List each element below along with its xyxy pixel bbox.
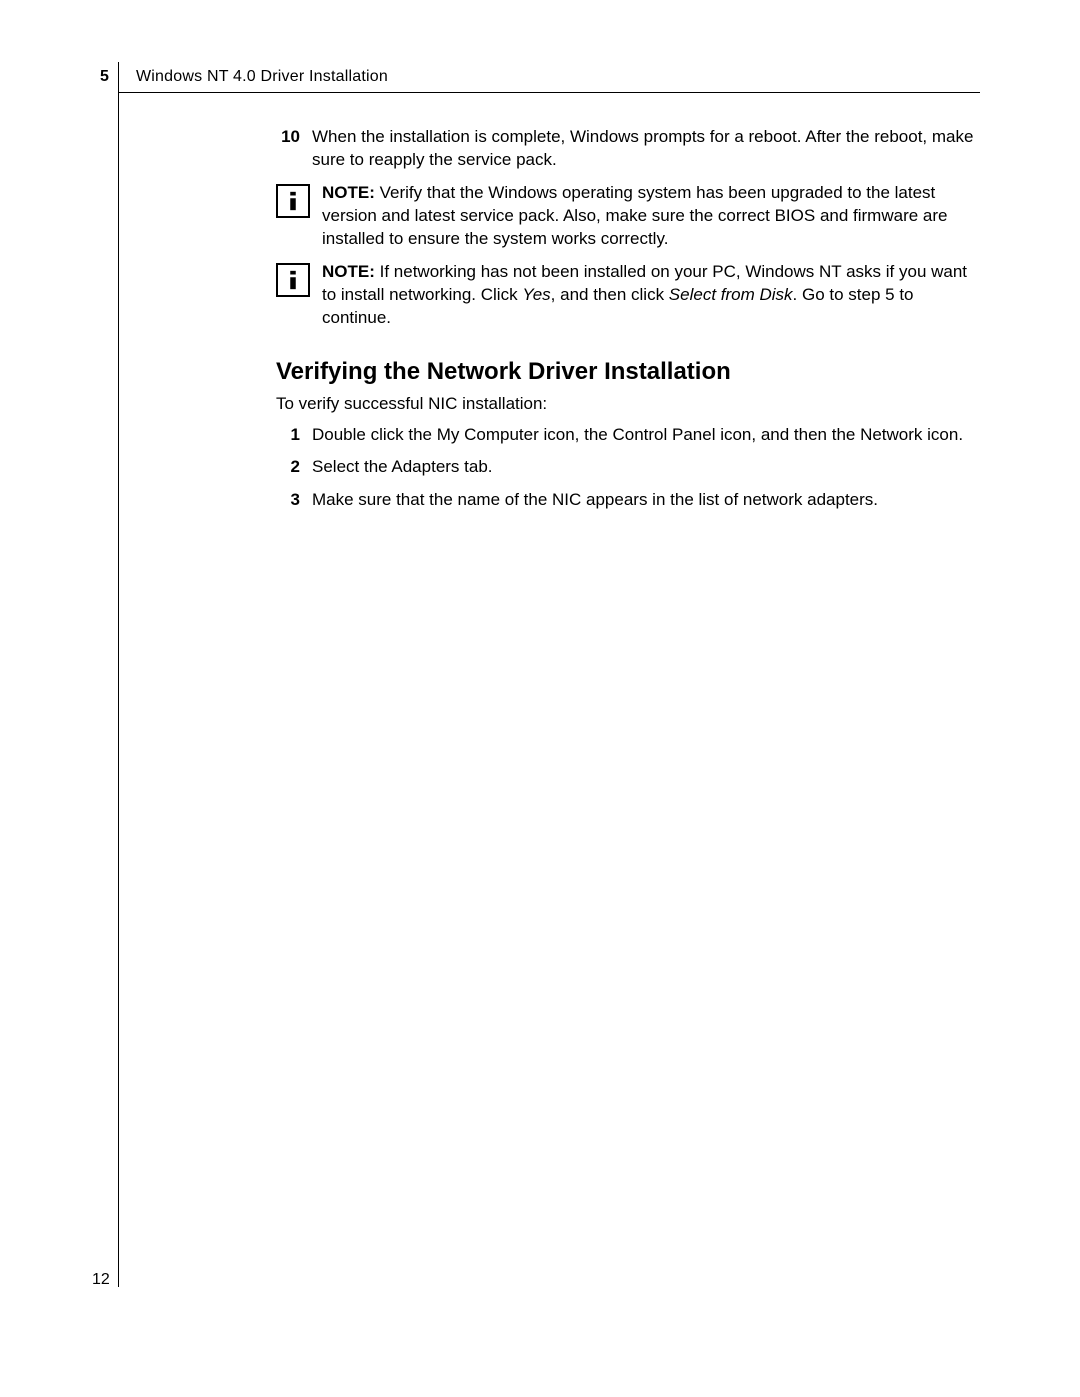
list-item: 2 Select the Adapters tab.: [276, 456, 980, 479]
step-number: 2: [276, 456, 312, 479]
page-content: 10 When the installation is complete, Wi…: [276, 126, 980, 522]
step-text: Select the Adapters tab.: [312, 456, 980, 479]
info-icon: [276, 184, 310, 218]
step-text: When the installation is complete, Windo…: [312, 126, 980, 172]
list-item: 3 Make sure that the name of the NIC app…: [276, 489, 980, 512]
note-body-mid: , and then click: [551, 285, 669, 304]
page-number: 12: [92, 1271, 110, 1289]
vertical-rule: [118, 62, 119, 1287]
list-item: 1 Double click the My Computer icon, the…: [276, 424, 980, 447]
note-body: Verify that the Windows operating system…: [322, 183, 948, 248]
chapter-number: 5: [100, 68, 109, 86]
step-text: Double click the My Computer icon, the C…: [312, 424, 980, 447]
horizontal-rule: [118, 92, 980, 93]
note-label: NOTE:: [322, 183, 375, 202]
note-block: NOTE: Verify that the Windows operating …: [276, 182, 980, 251]
step-number: 1: [276, 424, 312, 447]
note-yes: Yes: [522, 285, 550, 304]
step-text: Make sure that the name of the NIC appea…: [312, 489, 980, 512]
step-number: 10: [276, 126, 312, 172]
page-header: 5 Windows NT 4.0 Driver Installation: [0, 64, 980, 90]
note-text: NOTE: If networking has not been install…: [322, 261, 980, 330]
info-icon: [276, 263, 310, 297]
step-number: 3: [276, 489, 312, 512]
note-block: NOTE: If networking has not been install…: [276, 261, 980, 330]
note-text: NOTE: Verify that the Windows operating …: [322, 182, 980, 251]
document-page: 5 Windows NT 4.0 Driver Installation 10 …: [0, 0, 1080, 1397]
list-item: 10 When the installation is complete, Wi…: [276, 126, 980, 172]
chapter-title: Windows NT 4.0 Driver Installation: [136, 68, 388, 86]
section-heading: Verifying the Network Driver Installatio…: [276, 358, 980, 386]
note-select: Select from Disk: [669, 285, 793, 304]
note-label: NOTE:: [322, 262, 375, 281]
section-intro: To verify successful NIC installation:: [276, 394, 980, 414]
